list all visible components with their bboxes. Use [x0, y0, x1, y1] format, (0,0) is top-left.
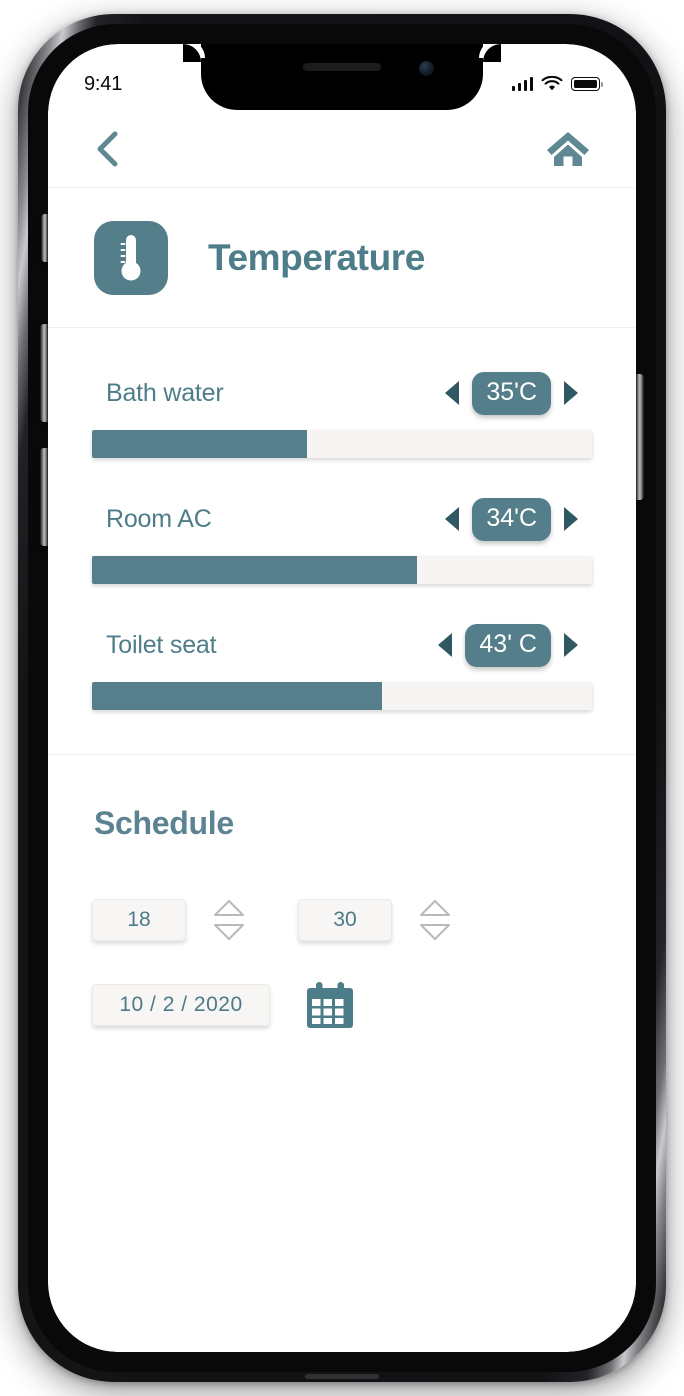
slider-fill — [92, 682, 382, 710]
control-bath-water: Bath water 35'C — [48, 371, 636, 458]
triangle-right-icon[interactable] — [564, 507, 578, 531]
triangle-right-icon[interactable] — [564, 381, 578, 405]
app-content: Temperature Bath water 35'C Room AC 34'C… — [48, 110, 636, 1352]
page-title: Temperature — [208, 236, 425, 278]
value-badge[interactable]: 35'C — [472, 371, 551, 415]
time-row: 18 30 — [92, 898, 592, 942]
slider-fill — [92, 430, 307, 458]
wifi-icon — [541, 76, 563, 91]
page-header: Temperature — [48, 188, 636, 328]
date-field[interactable]: 10 / 2 / 2020 — [92, 984, 270, 1026]
value-badge[interactable]: 34'C — [472, 497, 551, 541]
control-toilet-seat: Toilet seat 43' C — [48, 623, 636, 710]
control-header: Bath water 35'C — [92, 371, 592, 415]
control-room-ac: Room AC 34'C — [48, 497, 636, 584]
control-label: Toilet seat — [106, 630, 217, 659]
phone-inner-frame: 9:41 Temperature Bath water 35'C Room AC… — [28, 24, 656, 1379]
battery-full-icon — [571, 77, 603, 91]
hour-spinner[interactable] — [212, 898, 246, 942]
power-button[interactable] — [636, 374, 644, 500]
back-chevron-icon[interactable] — [92, 129, 122, 169]
app-navbar — [48, 110, 636, 188]
status-indicators — [511, 76, 603, 92]
minute-spinner[interactable] — [418, 898, 452, 942]
phone-bezel: 9:41 Temperature Bath water 35'C Room AC… — [48, 44, 636, 1352]
temperature-slider[interactable] — [92, 556, 592, 584]
calendar-icon[interactable] — [304, 980, 356, 1030]
control-header: Room AC 34'C — [92, 497, 592, 541]
triangle-left-icon[interactable] — [445, 381, 460, 405]
temperature-slider[interactable] — [92, 682, 592, 710]
spinner-down-icon[interactable] — [212, 923, 246, 942]
control-label: Room AC — [106, 504, 212, 533]
spinner-up-icon[interactable] — [418, 898, 452, 917]
schedule-title: Schedule — [94, 805, 234, 841]
control-label: Bath water — [106, 378, 224, 407]
thermometer-icon — [94, 220, 168, 295]
phone-frame: 9:41 Temperature Bath water 35'C Room AC… — [18, 14, 666, 1382]
status-time: 9:41 — [84, 72, 123, 95]
temperature-slider[interactable] — [92, 430, 592, 458]
triangle-right-icon[interactable] — [564, 633, 578, 657]
triangle-left-icon[interactable] — [445, 507, 460, 531]
control-header: Toilet seat 43' C — [92, 623, 592, 667]
schedule-section: Schedule 18 30 10 / 2 / 2020 — [48, 755, 636, 1030]
phone-screen: 9:41 Temperature Bath water 35'C Room AC… — [48, 44, 636, 1352]
silence-switch-button[interactable] — [41, 214, 48, 262]
volume-up-button[interactable] — [40, 324, 48, 422]
screenshot-stage: 9:41 Temperature Bath water 35'C Room AC… — [0, 0, 684, 1396]
triangle-left-icon[interactable] — [438, 633, 453, 657]
hour-field[interactable]: 18 — [92, 899, 186, 941]
spinner-down-icon[interactable] — [418, 923, 452, 942]
bottom-speaker-slit — [305, 1374, 379, 1379]
temperature-controls: Bath water 35'C Room AC 34'C Toilet seat… — [48, 328, 636, 755]
value-stepper: 43' C — [438, 623, 578, 667]
cellular-bars-icon — [511, 77, 533, 91]
date-row: 10 / 2 / 2020 — [92, 980, 592, 1030]
value-stepper: 34'C — [445, 497, 578, 541]
spinner-up-icon[interactable] — [212, 898, 246, 917]
volume-down-button[interactable] — [40, 448, 48, 546]
value-badge[interactable]: 43' C — [465, 623, 551, 667]
slider-fill — [92, 556, 417, 584]
minute-field[interactable]: 30 — [298, 899, 392, 941]
value-stepper: 35'C — [445, 371, 578, 415]
home-icon[interactable] — [546, 129, 590, 169]
status-bar: 9:41 — [48, 44, 636, 110]
